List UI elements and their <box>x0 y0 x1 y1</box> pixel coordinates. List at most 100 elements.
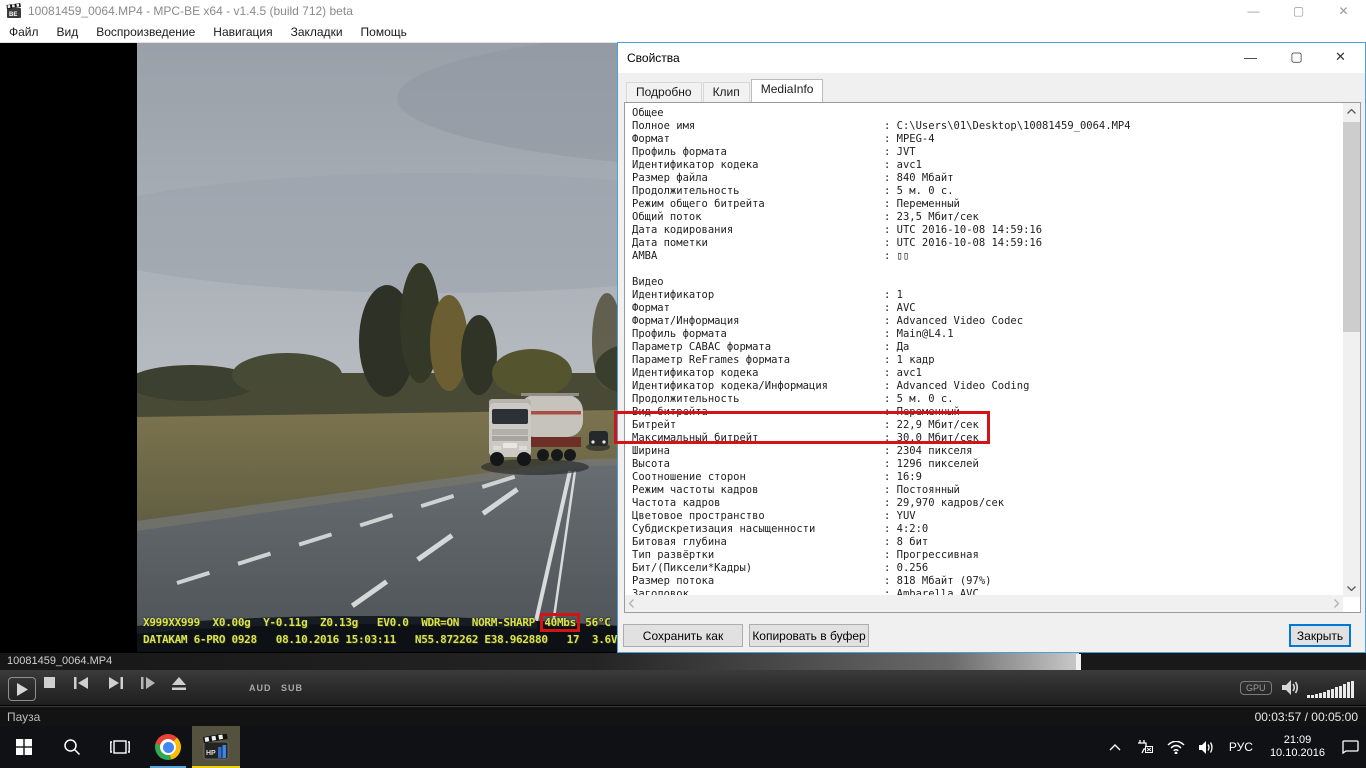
menu-view[interactable]: Вид <box>48 25 88 39</box>
gpu-status-badge: GPU <box>1240 681 1272 695</box>
subtitle-track-button[interactable]: SUB <box>281 683 303 693</box>
bitrate-annotation-box-osd: 40Mbs <box>540 613 580 632</box>
mediainfo-row: Идентификатор кодека/Информация: Advance… <box>632 380 1339 393</box>
play-button[interactable] <box>8 677 36 701</box>
mediainfo-row: Продолжительность: 5 м. 0 с. <box>632 185 1339 198</box>
dialog-maximize-button[interactable]: ▢ <box>1274 43 1319 71</box>
tray-language-indicator[interactable]: РУС <box>1229 740 1253 754</box>
tab-details[interactable]: Подробно <box>626 82 702 102</box>
previous-button[interactable] <box>74 677 89 689</box>
scroll-right-arrow[interactable] <box>1334 599 1339 608</box>
dialog-minimize-button[interactable]: — <box>1228 43 1273 71</box>
menu-navigation[interactable]: Навигация <box>204 25 281 39</box>
play-icon <box>17 683 28 696</box>
mediainfo-row: Бит/(Пиксели*Кадры): 0.256 <box>632 562 1339 575</box>
tray-power-plug-icon[interactable] <box>1135 740 1153 754</box>
mediainfo-row: Видео <box>632 276 1339 289</box>
osd-telemetry-line: X999XX999 X0.00g Y-0.11g Z0.13g EV0.0 WD… <box>143 616 611 629</box>
copy-to-clipboard-button[interactable]: Копировать в буфер <box>749 624 869 647</box>
mediainfo-row: Идентификатор: 1 <box>632 289 1339 302</box>
taskbar-chrome[interactable] <box>144 726 192 768</box>
seekbar-fill <box>0 653 1079 671</box>
window-minimize-button[interactable]: — <box>1231 0 1276 22</box>
mediainfo-row: Идентификатор кодека: avc1 <box>632 367 1339 380</box>
search-button[interactable] <box>48 726 96 768</box>
window-close-button[interactable]: ✕ <box>1321 0 1366 22</box>
player-statusbar: Пауза 00:03:57 / 00:05:00 <box>0 706 1366 726</box>
menu-bookmarks[interactable]: Закладки <box>282 25 352 39</box>
start-button[interactable] <box>0 726 48 768</box>
stop-icon <box>44 677 55 688</box>
mediainfo-row: Формат/Информация: Advanced Video Codec <box>632 315 1339 328</box>
tray-wifi-icon[interactable] <box>1167 741 1185 754</box>
save-as-button[interactable]: Сохранить как <box>623 624 743 647</box>
seekbar[interactable]: 10081459_0064.MP4 <box>0 652 1366 670</box>
tray-clock[interactable]: 21:09 10.10.2016 <box>1270 734 1325 760</box>
system-tray: РУС 21:09 10.10.2016 <box>1102 726 1366 768</box>
search-icon <box>63 738 81 756</box>
tab-mediainfo[interactable]: MediaInfo <box>751 79 824 102</box>
svg-text:BE: BE <box>9 12 17 18</box>
action-center-icon[interactable] <box>1342 740 1359 755</box>
task-view-button[interactable] <box>96 726 144 768</box>
eject-button[interactable] <box>172 677 186 690</box>
mediainfo-row: Параметр CABAC формата: Да <box>632 341 1339 354</box>
mediainfo-panel: ОбщееПолное имя: C:\Users\01\Desktop\100… <box>624 102 1361 613</box>
tray-date: 10.10.2016 <box>1270 747 1325 760</box>
tab-clip[interactable]: Клип <box>703 82 750 102</box>
mpc-be-icon: HP <box>203 734 229 760</box>
mediainfo-row: Профиль формата: JVT <box>632 146 1339 159</box>
stop-button[interactable] <box>44 677 55 688</box>
svg-text:HP: HP <box>206 750 216 757</box>
eject-icon <box>172 677 186 690</box>
mediainfo-row: Общий поток: 23,5 Мбит/сек <box>632 211 1339 224</box>
mediainfo-row: Высота: 1296 пикселей <box>632 458 1339 471</box>
vertical-scrollbar[interactable] <box>1343 103 1360 597</box>
scroll-up-arrow[interactable] <box>1343 103 1360 120</box>
mediainfo-row: Формат: AVC <box>632 302 1339 315</box>
dialog-titlebar: Свойства — ▢ ✕ <box>618 43 1365 73</box>
horizontal-scrollbar[interactable] <box>625 595 1343 612</box>
mediainfo-row: Дата кодирования: UTC 2016-10-08 14:59:1… <box>632 224 1339 237</box>
mediainfo-row: Дата пометки: UTC 2016-10-08 14:59:16 <box>632 237 1339 250</box>
mediainfo-row: Размер потока: 818 Мбайт (97%) <box>632 575 1339 588</box>
taskbar-mpc-be-active[interactable]: HP <box>192 726 240 768</box>
scroll-down-arrow[interactable] <box>1343 580 1360 597</box>
frame-step-button[interactable] <box>141 677 156 689</box>
task-view-icon <box>110 739 130 755</box>
scroll-left-arrow[interactable] <box>629 599 634 608</box>
step-icon <box>141 677 156 689</box>
mediainfo-row: Общее <box>632 107 1339 120</box>
mediainfo-row: Профиль формата: Main@L4.1 <box>632 328 1339 341</box>
dialog-close-icon[interactable]: ✕ <box>1318 43 1363 71</box>
skip-forward-icon <box>108 677 123 689</box>
screen: BE 10081459_0064.MP4 - MPC-BE x64 - v1.4… <box>0 0 1366 768</box>
menu-file[interactable]: Файл <box>0 25 48 39</box>
mediainfo-row: Формат: MPEG-4 <box>632 133 1339 146</box>
tray-volume-icon[interactable] <box>1199 741 1215 754</box>
scrollbar-thumb[interactable] <box>1343 122 1360 332</box>
window-title: 10081459_0064.MP4 - MPC-BE x64 - v1.4.5 … <box>28 4 353 18</box>
menu-help[interactable]: Помощь <box>352 25 416 39</box>
osd-gps-line: DATAKAM 6-PRO 0928 08.10.2016 15:03:11 N… <box>143 633 617 646</box>
seekbar-filename: 10081459_0064.MP4 <box>7 655 112 667</box>
menu-playback[interactable]: Воспроизведение <box>87 25 204 39</box>
mediainfo-row: Размер файла: 840 Мбайт <box>632 172 1339 185</box>
audio-track-button[interactable]: AUD <box>249 683 272 693</box>
mediainfo-row: Режим общего битрейта: Переменный <box>632 198 1339 211</box>
properties-dialog: Свойства — ▢ ✕ Подробно Клип MediaInfo О… <box>617 42 1366 653</box>
mediainfo-row <box>632 263 1339 276</box>
seekbar-thumb[interactable] <box>1076 654 1081 670</box>
taskbar: HP <box>0 726 1366 768</box>
mute-button[interactable] <box>1282 680 1299 695</box>
mediainfo-row: AMBA: ▯▯ <box>632 250 1339 263</box>
control-bar: AUD SUB GPU <box>0 670 1366 706</box>
mediainfo-row: Тип развёртки: Прогрессивная <box>632 549 1339 562</box>
tray-chevron-up-icon[interactable] <box>1109 744 1121 751</box>
mediainfo-row: Соотношение сторон: 16:9 <box>632 471 1339 484</box>
close-button[interactable]: Закрыть <box>1289 624 1351 647</box>
next-button[interactable] <box>108 677 123 689</box>
chrome-icon <box>155 734 181 760</box>
volume-slider[interactable] <box>1307 678 1361 698</box>
window-maximize-button[interactable]: ▢ <box>1276 0 1321 22</box>
